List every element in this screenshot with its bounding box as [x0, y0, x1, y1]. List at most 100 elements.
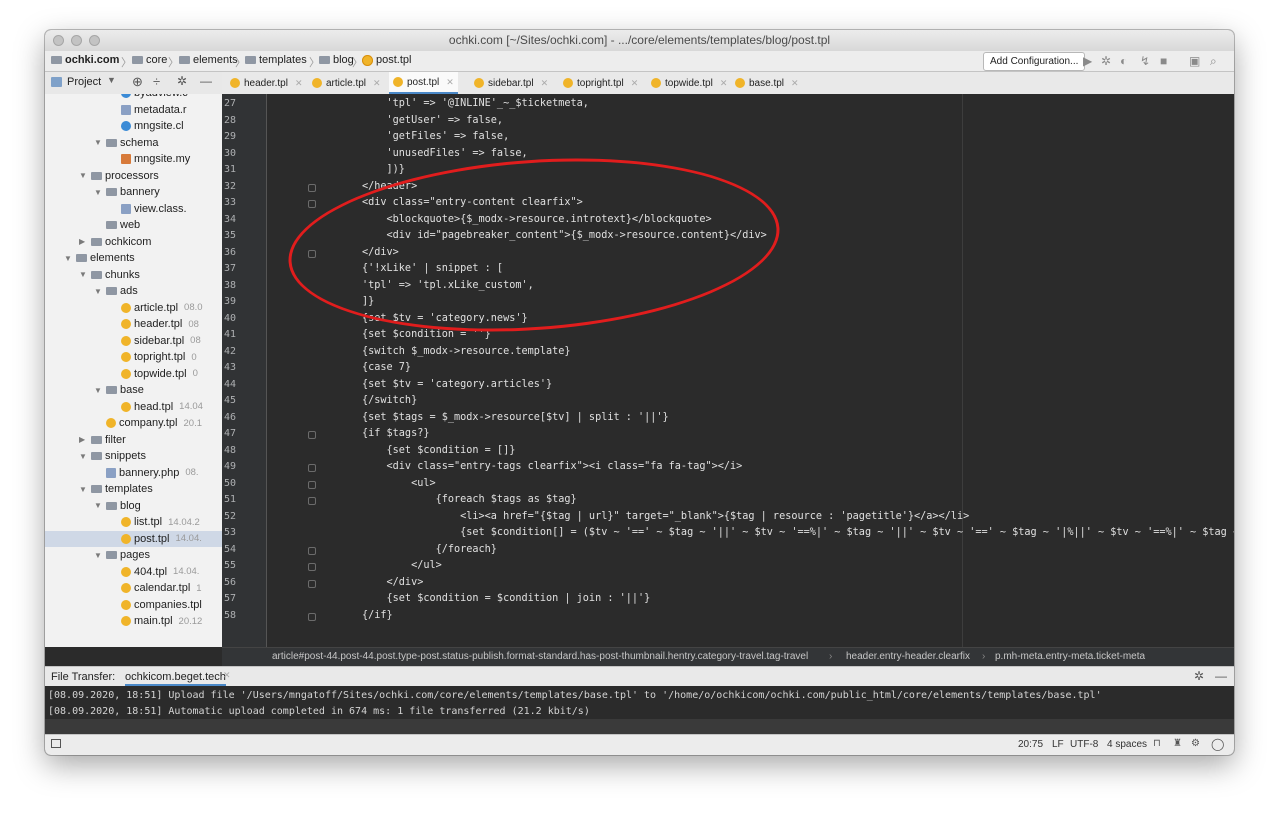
fold-marker-icon[interactable]: [308, 579, 316, 588]
chevron-down-icon[interactable]: ▼: [79, 270, 88, 279]
tree-item[interactable]: ▼ blog: [45, 498, 222, 514]
project-view-selector[interactable]: Project: [67, 76, 101, 88]
tree-item[interactable]: byadview.c: [45, 94, 222, 101]
tree-item[interactable]: article.tpl 08.0: [45, 300, 222, 316]
tree-item[interactable]: company.tpl 20.1: [45, 415, 222, 431]
nav-crumb-blog[interactable]: blog: [319, 54, 354, 66]
tree-item[interactable]: list.tpl 14.04.2: [45, 514, 222, 530]
collapse-all-icon[interactable]: ÷: [153, 74, 160, 89]
profile-icon[interactable]: ↯: [1140, 54, 1150, 68]
code-line[interactable]: <blockquote>{$_modx->resource.introtext}…: [362, 214, 712, 225]
tree-item[interactable]: topright.tpl 0: [45, 349, 222, 365]
tree-item[interactable]: ▼ schema: [45, 135, 222, 151]
nav-crumb-elements[interactable]: elements: [179, 54, 238, 66]
fold-marker-icon[interactable]: [308, 431, 316, 439]
tab-header[interactable]: header.tpl ✕: [226, 72, 306, 94]
tree-item[interactable]: sidebar.tpl 08: [45, 333, 222, 349]
tree-item[interactable]: main.tpl 20.12: [45, 613, 222, 629]
tree-item[interactable]: mngsite.cl: [45, 118, 222, 134]
fold-marker-icon[interactable]: [308, 546, 316, 555]
breadcrumb-article[interactable]: article#post-44.post-44.post.type-post.s…: [272, 651, 808, 662]
chevron-down-icon[interactable]: ▼: [79, 485, 88, 494]
nav-crumb-file[interactable]: post.tpl: [362, 54, 411, 66]
code-line[interactable]: {foreach $tags as $tag}: [362, 494, 577, 505]
chevron-down-icon[interactable]: ▼: [94, 287, 103, 296]
breadcrumb-meta[interactable]: p.mh-meta.entry-meta.ticket-meta: [995, 651, 1145, 662]
code-line[interactable]: {if $tags?}: [362, 428, 429, 439]
git-icon[interactable]: ⚙: [1191, 738, 1200, 749]
breadcrumb-header[interactable]: header.entry-header.clearfix: [846, 651, 970, 662]
code-line[interactable]: {set $tv = 'category.articles'}: [362, 379, 552, 390]
code-line[interactable]: {switch $_modx->resource.template}: [362, 346, 571, 357]
chevron-down-icon[interactable]: ▼: [94, 501, 103, 510]
tree-item[interactable]: ▼ base: [45, 382, 222, 398]
code-line[interactable]: {set $condition = []}: [362, 445, 516, 456]
indent-setting[interactable]: 4 spaces: [1107, 739, 1147, 750]
code-line[interactable]: </div>: [362, 247, 399, 258]
code-line[interactable]: ]}: [362, 296, 374, 307]
debug-icon[interactable]: ✲: [1101, 54, 1111, 68]
tree-item[interactable]: calendar.tpl 1: [45, 580, 222, 596]
inspector-icon[interactable]: ♜: [1173, 738, 1182, 749]
lock-icon[interactable]: ⊓: [1153, 738, 1161, 749]
nav-crumb-core[interactable]: core: [132, 54, 167, 66]
code-line[interactable]: {set $condition = $condition | join : '|…: [362, 593, 651, 604]
tab-base[interactable]: base.tpl ✕: [731, 72, 803, 94]
code-line[interactable]: 'getUser' => false,: [362, 115, 504, 126]
tree-item[interactable]: metadata.r: [45, 102, 222, 118]
fold-marker-icon[interactable]: [308, 249, 316, 258]
tab-post[interactable]: post.tpl ✕: [389, 72, 458, 94]
close-icon[interactable]: ✕: [631, 78, 639, 89]
add-configuration-button[interactable]: Add Configuration...: [983, 52, 1086, 71]
code-line[interactable]: {/switch}: [362, 395, 417, 406]
run-icon[interactable]: ▶: [1083, 54, 1092, 68]
code-line[interactable]: </ul>: [362, 560, 442, 571]
code-line[interactable]: 'unusedFiles' => false,: [362, 148, 528, 159]
fold-marker-icon[interactable]: [308, 183, 316, 192]
fold-marker-icon[interactable]: [308, 464, 316, 472]
close-icon[interactable]: ✕: [541, 78, 549, 89]
chevron-down-icon[interactable]: ▼: [79, 452, 88, 461]
tree-item[interactable]: ▼ templates: [45, 481, 222, 497]
tab-article[interactable]: article.tpl ✕: [308, 72, 385, 94]
code-line[interactable]: <ul>: [362, 478, 436, 489]
close-icon[interactable]: ✕: [223, 670, 231, 681]
chevron-down-icon[interactable]: ▼: [79, 171, 88, 180]
locate-icon[interactable]: ⊕: [132, 74, 143, 90]
tree-item[interactable]: bannery.php 08.: [45, 465, 222, 481]
code-line[interactable]: 'getFiles' => false,: [362, 131, 510, 142]
fold-marker-icon[interactable]: [308, 497, 316, 505]
file-encoding[interactable]: UTF-8: [1070, 739, 1098, 750]
tree-item[interactable]: mngsite.my: [45, 151, 222, 167]
tree-item[interactable]: head.tpl 14.04: [45, 399, 222, 415]
fold-marker-icon[interactable]: [308, 563, 316, 571]
chevron-right-icon[interactable]: ▶: [79, 435, 88, 444]
tree-item[interactable]: ▼ chunks: [45, 267, 222, 283]
hide-panel-icon[interactable]: —: [1215, 669, 1227, 683]
stop-icon[interactable]: ■: [1160, 54, 1167, 68]
tree-item[interactable]: post.tpl 14.04.: [45, 530, 222, 547]
tree-item[interactable]: ▶ ochkicom: [45, 234, 222, 250]
close-icon[interactable]: ✕: [295, 78, 303, 89]
code-line[interactable]: {/foreach}: [362, 544, 497, 555]
tree-item[interactable]: ▼ processors: [45, 168, 222, 184]
code-line[interactable]: 'tpl' => 'tpl.xLike_custom',: [362, 280, 534, 291]
close-icon[interactable]: ✕: [791, 78, 799, 89]
code-line[interactable]: {set $tags = $_modx->resource[$tv] | spl…: [362, 412, 669, 423]
tab-topwide[interactable]: topwide.tpl ✕: [647, 72, 731, 94]
chevron-down-icon[interactable]: ▼: [64, 254, 73, 263]
chevron-down-icon[interactable]: ▼: [94, 188, 103, 197]
tree-item[interactable]: ▼ pages: [45, 547, 222, 563]
tab-topright[interactable]: topright.tpl ✕: [559, 72, 642, 94]
chevron-down-icon[interactable]: ▼: [94, 551, 103, 560]
code-line[interactable]: {'!xLike' | snippet : [: [362, 263, 503, 274]
chevron-down-icon[interactable]: ▼: [94, 138, 103, 147]
tree-item[interactable]: web: [45, 217, 222, 233]
fold-marker-icon[interactable]: [308, 480, 316, 489]
code-line[interactable]: <li><a href="{$tag | url}" target="_blan…: [362, 511, 969, 522]
code-line[interactable]: {set $condition = ''}: [362, 329, 491, 340]
code-line[interactable]: </div>: [362, 577, 424, 588]
file-transfer-tab[interactable]: ochkicom.beget.tech: [125, 671, 226, 686]
tree-item[interactable]: ▶ filter: [45, 432, 222, 448]
tree-item[interactable]: topwide.tpl 0: [45, 366, 222, 382]
